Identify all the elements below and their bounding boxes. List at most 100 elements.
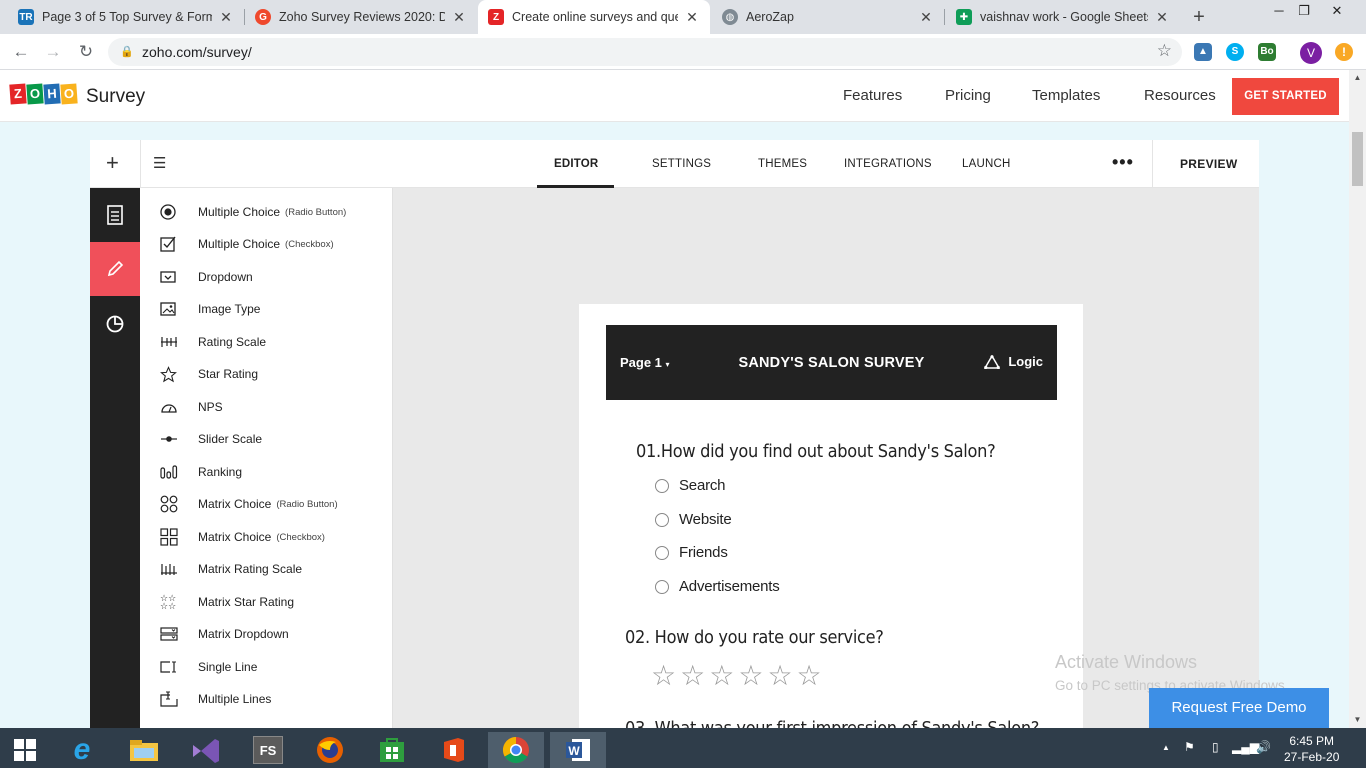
firefox-icon[interactable] [302, 732, 358, 768]
nav-pricing[interactable]: Pricing [945, 87, 991, 104]
close-tab-icon[interactable]: ✕ [218, 9, 234, 26]
browser-tab-1[interactable]: TR Page 3 of 5 Top Survey & Forms ✕ [8, 0, 244, 34]
question-type-item[interactable]: Multiple Lines [140, 683, 392, 715]
page-scrollbar[interactable]: ▲ ▼ [1349, 70, 1366, 728]
battery-icon[interactable]: ▯ [1212, 740, 1219, 754]
volume-icon[interactable]: 🔊 [1256, 740, 1271, 754]
word-icon[interactable]: W [550, 732, 606, 768]
update-alert-icon[interactable]: ! [1335, 43, 1353, 61]
browser-tab-3[interactable]: Z Create online surveys and quest ✕ [478, 0, 710, 34]
more-options-icon[interactable]: ••• [1112, 152, 1134, 173]
close-tab-icon[interactable]: ✕ [1154, 9, 1170, 26]
star-icon[interactable]: ☆ [738, 662, 763, 690]
fs-app-icon[interactable]: FS [240, 732, 296, 768]
add-icon[interactable]: + [106, 150, 119, 176]
radio-icon[interactable] [655, 545, 669, 560]
tab-themes[interactable]: THEMES [758, 158, 807, 170]
request-demo-button[interactable]: Request Free Demo [1149, 688, 1329, 728]
radio-icon[interactable] [655, 478, 669, 493]
star-rating-input[interactable]: ☆ ☆ ☆ ☆ ☆ ☆ [651, 662, 826, 690]
radio-icon[interactable] [655, 579, 669, 594]
close-tab-icon[interactable]: ✕ [451, 9, 467, 26]
store-icon[interactable] [364, 732, 420, 768]
office-icon[interactable] [426, 732, 482, 768]
question-type-item[interactable]: NPS [140, 391, 392, 423]
scrollbar-thumb[interactable] [1352, 132, 1363, 186]
restore-icon[interactable]: ❐ [1289, 0, 1319, 24]
star-icon[interactable]: ☆ [651, 662, 676, 690]
url-text[interactable]: zoho.com/survey/ [142, 44, 252, 60]
option-search[interactable]: Search [655, 477, 726, 494]
preview-button[interactable]: PREVIEW [1180, 157, 1237, 171]
question-2-text[interactable]: 02. How do you rate our service? [625, 627, 884, 648]
tab-integrations[interactable]: INTEGRATIONS [844, 158, 932, 170]
star-icon[interactable]: ☆ [797, 662, 822, 690]
question-type-item[interactable]: Dropdown [140, 261, 392, 293]
browser-tab-4[interactable]: ◍ AeroZap ✕ [712, 0, 944, 34]
tab-settings[interactable]: SETTINGS [652, 158, 711, 170]
question-type-item[interactable]: Image Type [140, 293, 392, 325]
close-tab-icon[interactable]: ✕ [918, 9, 934, 26]
forward-icon[interactable]: → [42, 41, 64, 63]
list-icon[interactable]: ☰ [153, 154, 166, 172]
edit-pencil-icon[interactable] [90, 242, 140, 296]
question-type-item[interactable]: Single Line [140, 651, 392, 683]
scroll-down-arrow-icon[interactable]: ▼ [1349, 712, 1366, 728]
question-type-item[interactable]: Multiple Choice (Radio Button) [140, 196, 392, 228]
question-type-item[interactable]: Matrix Rating Scale [140, 553, 392, 585]
question-type-item[interactable]: ☆☆ ☆☆ Matrix Star Rating [140, 586, 392, 618]
question-3-text[interactable]: 03. What was your first impression of Sa… [625, 718, 1039, 728]
scroll-up-arrow-icon[interactable]: ▲ [1349, 70, 1366, 86]
bookmark-star-icon[interactable]: ☆ [1157, 41, 1172, 61]
option-website[interactable]: Website [655, 511, 732, 528]
tray-expand-icon[interactable]: ▲ [1162, 743, 1170, 752]
window-close-icon[interactable]: ✕ [1322, 0, 1352, 24]
windows-start-icon[interactable] [0, 732, 50, 768]
tab-editor[interactable]: EDITOR [554, 158, 598, 170]
get-started-button[interactable]: GET STARTED [1232, 78, 1339, 115]
tab-launch[interactable]: LAUNCH [962, 158, 1011, 170]
question-type-item[interactable]: Multiple Choice (Checkbox) [140, 228, 392, 260]
reports-pie-icon[interactable] [90, 296, 140, 350]
back-icon[interactable]: ← [10, 41, 32, 63]
radio-icon[interactable] [655, 512, 669, 527]
nav-resources[interactable]: Resources [1144, 87, 1216, 104]
question-1-text[interactable]: 01.How did you find out about Sandy's Sa… [636, 441, 996, 462]
question-type-item[interactable]: Ranking [140, 456, 392, 488]
question-type-item[interactable]: Slider Scale [140, 423, 392, 455]
browser-tab-5[interactable]: ✚ vaishnav work - Google Sheets ✕ [946, 0, 1180, 34]
skype-icon[interactable]: S [1226, 43, 1244, 61]
star-icon[interactable]: ☆ [709, 662, 734, 690]
zoho-logo[interactable]: Z O H O [9, 83, 78, 105]
system-clock[interactable]: 6:45 PM 27-Feb-20 [1284, 733, 1339, 765]
question-type-item[interactable]: Matrix Choice (Radio Button) [140, 488, 392, 520]
chrome-icon[interactable] [488, 732, 544, 768]
lock-icon[interactable]: 🔒 [120, 45, 134, 58]
file-explorer-icon[interactable] [116, 732, 172, 768]
question-type-item[interactable]: Matrix Choice (Checkbox) [140, 521, 392, 553]
option-advertisements[interactable]: Advertisements [655, 578, 780, 595]
product-name[interactable]: Survey [86, 86, 145, 108]
internet-explorer-icon[interactable]: e [54, 732, 110, 768]
browser-tab-2[interactable]: G Zoho Survey Reviews 2020: Deta ✕ [245, 0, 477, 34]
document-icon[interactable] [90, 188, 140, 242]
question-type-item[interactable]: Rating Scale [140, 326, 392, 358]
extension-icon[interactable]: ▲ [1194, 43, 1212, 61]
question-type-item[interactable]: Matrix Dropdown [140, 618, 392, 650]
new-tab-button[interactable]: + [1188, 6, 1210, 28]
visual-studio-icon[interactable] [178, 732, 234, 768]
address-bar[interactable]: 🔒 zoho.com/survey/ ☆ [108, 38, 1182, 66]
question-type-item[interactable]: Star Rating [140, 358, 392, 390]
bo-extension-icon[interactable]: Bo [1258, 43, 1276, 61]
action-center-flag-icon[interactable]: ⚑ [1184, 740, 1195, 754]
reload-icon[interactable]: ↻ [75, 41, 97, 63]
close-tab-icon[interactable]: ✕ [684, 9, 700, 26]
logic-button[interactable]: Logic [984, 354, 1043, 369]
nav-features[interactable]: Features [843, 87, 902, 104]
star-icon[interactable]: ☆ [767, 662, 792, 690]
nav-templates[interactable]: Templates [1032, 87, 1100, 104]
profile-avatar[interactable]: V [1300, 42, 1322, 64]
network-signal-icon[interactable]: ▂▄▆ [1232, 740, 1259, 754]
option-friends[interactable]: Friends [655, 544, 728, 561]
star-icon[interactable]: ☆ [680, 662, 705, 690]
